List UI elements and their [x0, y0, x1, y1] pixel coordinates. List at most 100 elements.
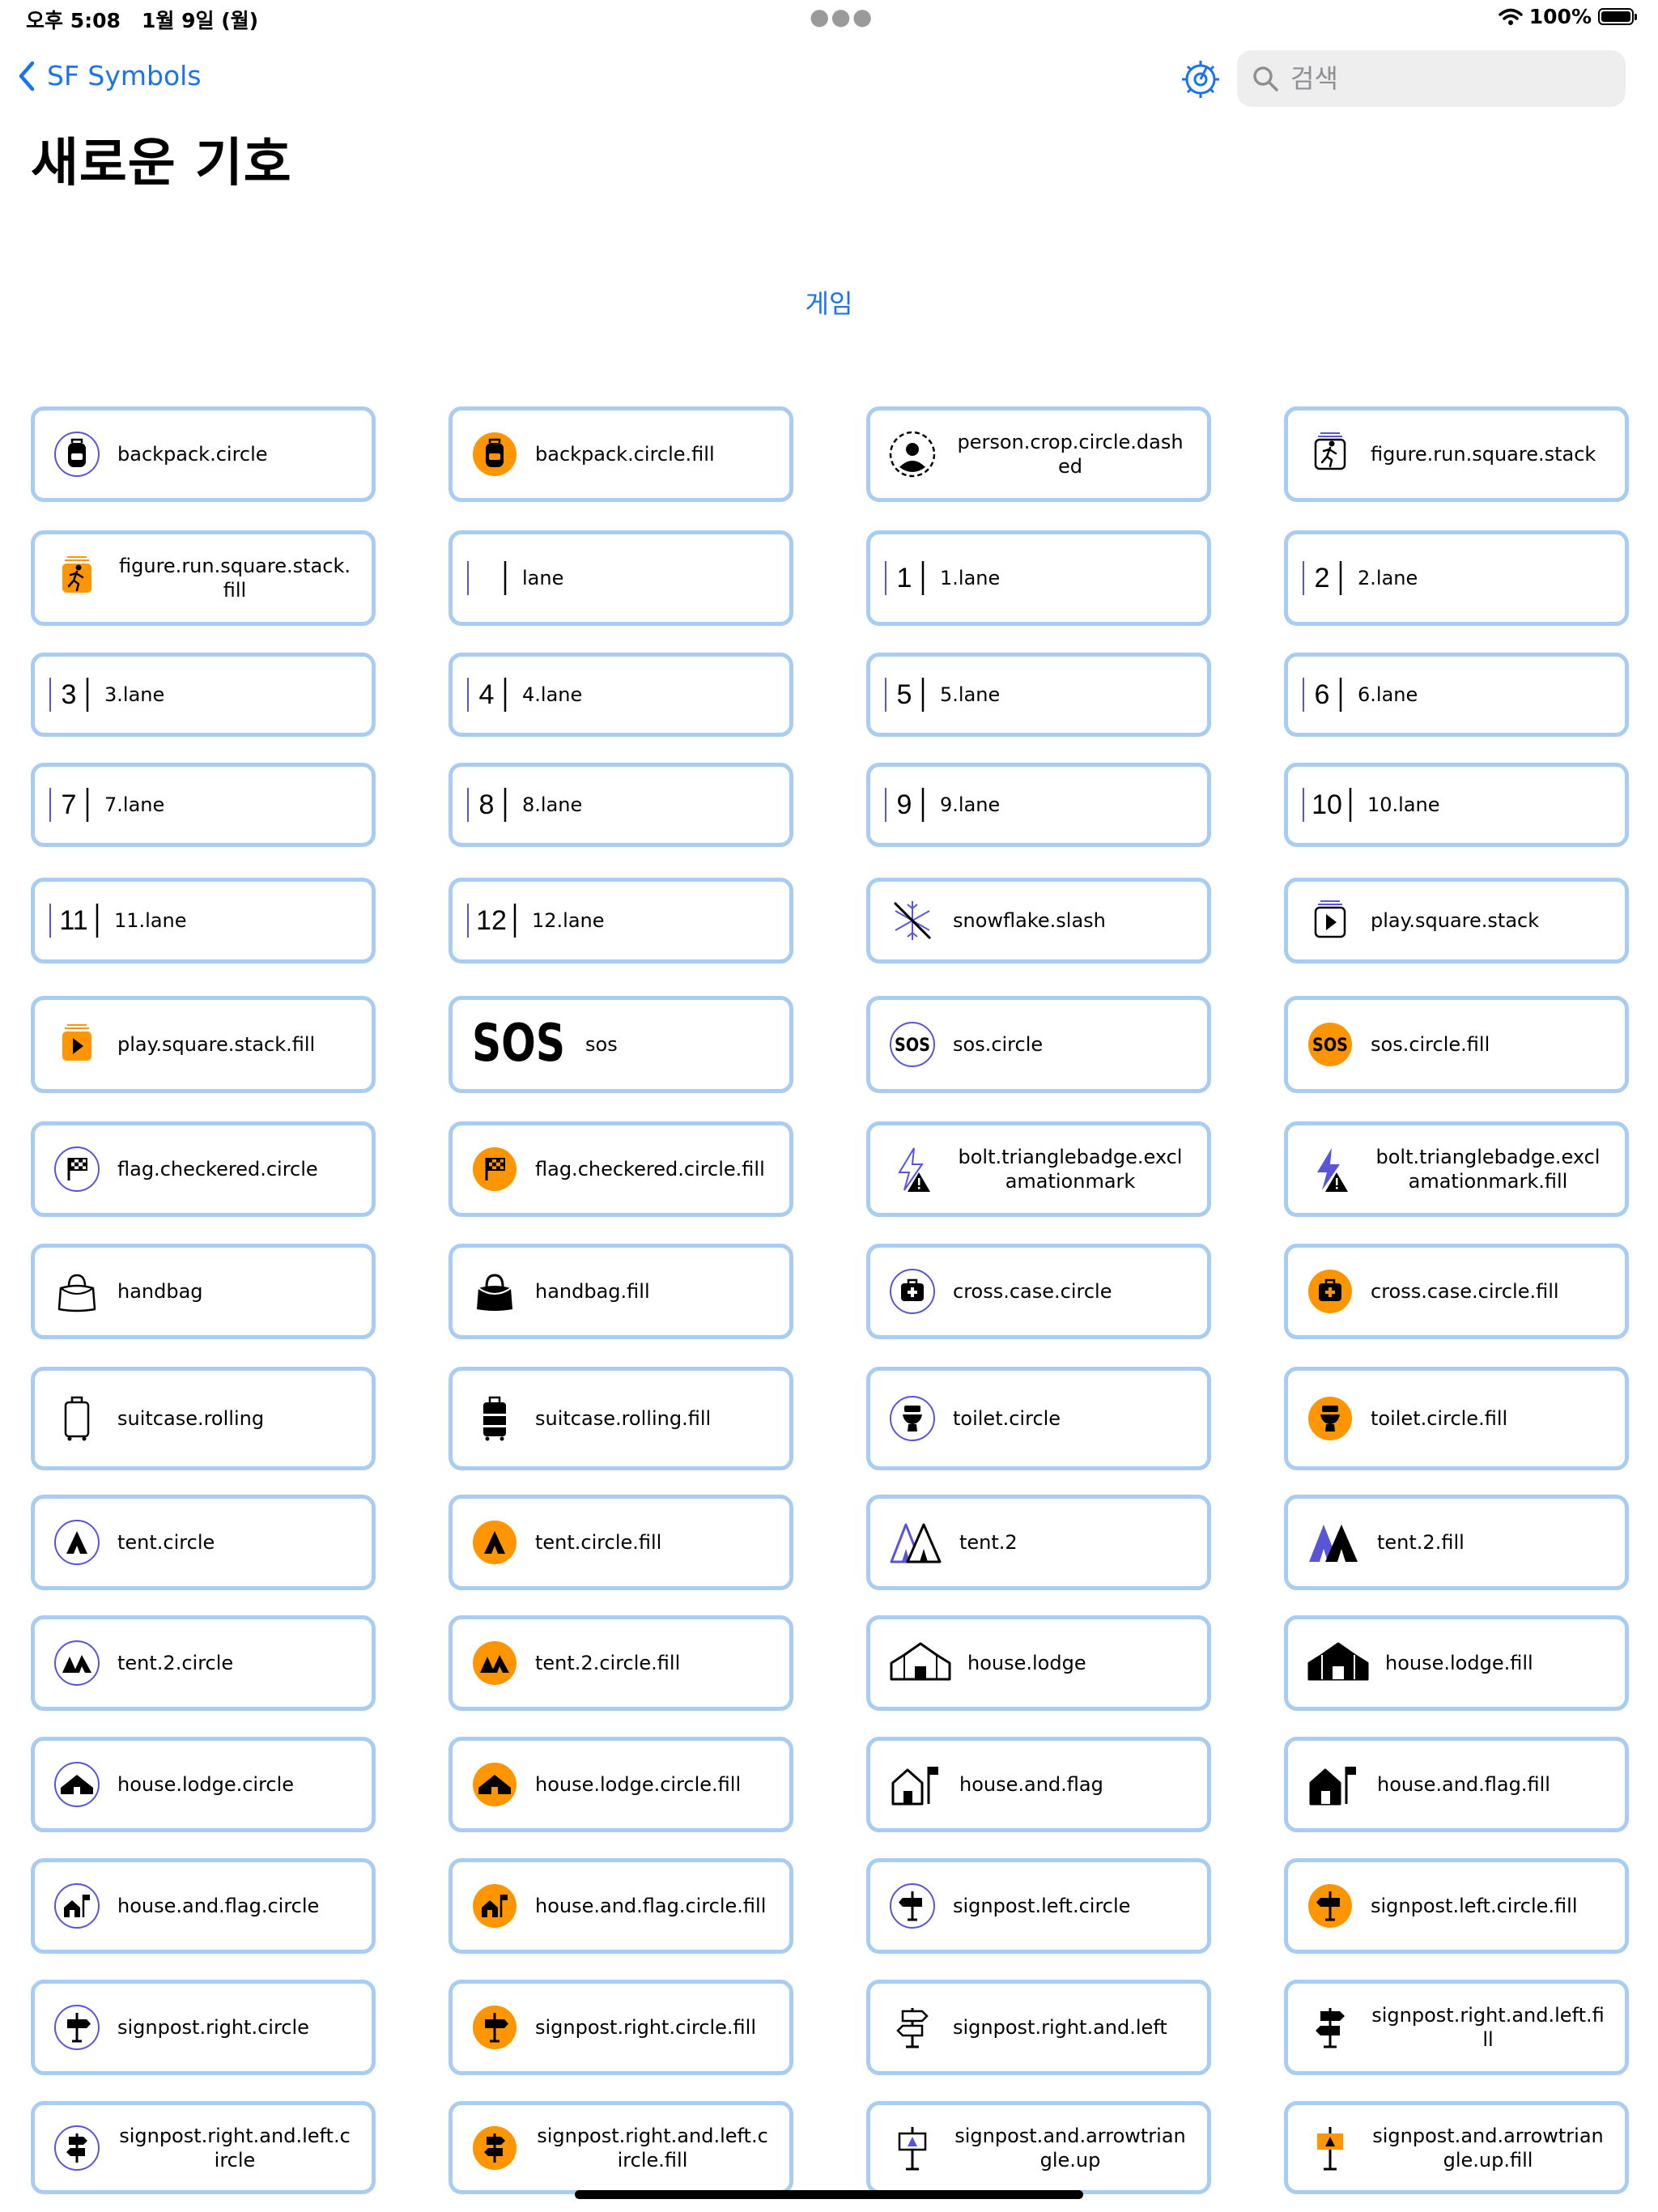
- suitcase-icon: [53, 1394, 101, 1443]
- symbol-card-signpost-right-and-left-circle-fill[interactable]: signpost.right.and.left.circle.fill: [449, 2101, 793, 2194]
- symbol-card-3-lane[interactable]: 3 3.lane: [31, 653, 376, 737]
- search-icon: [1253, 66, 1278, 91]
- symbol-card-bolt-trianglebadge-exclamationmark-fill[interactable]: bolt.trianglebadge.exclamationmark.fill: [1284, 1121, 1629, 1217]
- symbol-card-house-lodge[interactable]: house.lodge: [866, 1615, 1211, 1711]
- symbol-label: handbag: [117, 1280, 203, 1303]
- multitasking-dots-icon[interactable]: ●●●: [810, 3, 874, 30]
- sos-icon: SOS: [472, 1016, 569, 1073]
- flag-checkered-icon: [53, 1145, 101, 1193]
- symbol-card-suitcase-rolling-fill[interactable]: suitcase.rolling.fill: [449, 1367, 793, 1470]
- symbol-card-play-square-stack-fill[interactable]: play.square.stack.fill: [31, 996, 376, 1093]
- symbol-card-handbag[interactable]: handbag: [31, 1244, 376, 1339]
- symbol-card-5-lane[interactable]: 5 5.lane: [866, 653, 1211, 737]
- symbol-card-tent-circle-fill[interactable]: tent.circle.fill: [449, 1495, 793, 1590]
- svg-text:3: 3: [62, 679, 77, 710]
- symbol-card-sos-circle[interactable]: SOS sos.circle: [866, 996, 1211, 1093]
- symbol-label: toilet.circle: [953, 1407, 1061, 1430]
- symbol-card-9-lane[interactable]: 9 9.lane: [866, 763, 1211, 847]
- symbol-card-10-lane[interactable]: 10 10.lane: [1284, 763, 1629, 847]
- symbol-card-sos[interactable]: SOS sos: [449, 996, 793, 1093]
- symbol-card-figure-run-square-stack-fill[interactable]: figure.run.square.stack.fill: [31, 530, 376, 626]
- symbol-card-signpost-right-and-left-circle[interactable]: signpost.right.and.left.circle: [31, 2101, 376, 2194]
- symbol-label: toilet.circle.fill: [1371, 1407, 1508, 1430]
- symbol-card-7-lane[interactable]: 7 7.lane: [31, 763, 376, 847]
- house-flag-icon: [888, 1760, 945, 1809]
- symbol-card-tent-circle[interactable]: tent.circle: [31, 1495, 376, 1590]
- symbol-card-flag-checkered-circle[interactable]: flag.checkered.circle: [31, 1121, 376, 1217]
- search-input[interactable]: [1289, 62, 1600, 95]
- symbol-card-house-lodge-fill[interactable]: house.lodge.fill: [1284, 1615, 1629, 1711]
- status-time: 오후 5:08 1월 9일 (월): [26, 9, 259, 32]
- svg-text:4: 4: [479, 679, 495, 710]
- symbol-card-1-lane[interactable]: 1 1.lane: [866, 530, 1211, 626]
- symbol-label: 12.lane: [532, 909, 605, 932]
- symbol-card-snowflake-slash[interactable]: snowflake.slash: [866, 878, 1211, 963]
- symbol-card-house-lodge-circle-fill[interactable]: house.lodge.circle.fill: [449, 1737, 793, 1832]
- lodge-circle-fill-icon: [470, 1760, 519, 1809]
- symbol-card-sos-circle-fill[interactable]: SOS sos.circle.fill: [1284, 996, 1629, 1093]
- symbol-label: sos.circle: [953, 1033, 1044, 1056]
- symbol-card-cross-case-circle-fill[interactable]: cross.case.circle.fill: [1284, 1244, 1629, 1339]
- symbol-card-8-lane[interactable]: 8 8.lane: [449, 763, 793, 847]
- symbol-card-12-lane[interactable]: 12 12.lane: [449, 878, 793, 963]
- symbol-card-2-lane[interactable]: 2 2.lane: [1284, 530, 1629, 626]
- symbol-label: signpost.right.and.left.fill: [1371, 2004, 1605, 2051]
- symbol-card-house-and-flag-circle[interactable]: house.and.flag.circle: [31, 1858, 376, 1954]
- symbol-card-house-and-flag[interactable]: house.and.flag: [866, 1737, 1211, 1832]
- symbol-card-tent-2[interactable]: tent.2: [866, 1495, 1211, 1590]
- symbol-card-house-and-flag-fill[interactable]: house.and.flag.fill: [1284, 1737, 1629, 1832]
- page-title: 새로운 기호: [31, 134, 292, 194]
- svg-text:12: 12: [476, 905, 507, 936]
- symbol-card-signpost-right-circle-fill[interactable]: signpost.right.circle.fill: [449, 1980, 793, 2075]
- symbol-card-toilet-circle[interactable]: toilet.circle: [866, 1367, 1211, 1470]
- search-field[interactable]: [1237, 50, 1626, 107]
- symbol-card-signpost-left-circle-fill[interactable]: signpost.left.circle.fill: [1284, 1858, 1629, 1954]
- symbol-label: cross.case.circle: [953, 1280, 1112, 1303]
- symbol-card-tent-2-fill[interactable]: tent.2.fill: [1284, 1495, 1629, 1590]
- wifi-icon: [1499, 8, 1523, 25]
- symbol-card-signpost-right-circle[interactable]: signpost.right.circle: [31, 1980, 376, 2075]
- section-link-games[interactable]: 게임: [0, 283, 1658, 321]
- symbol-card-11-lane[interactable]: 11 11.lane: [31, 878, 376, 963]
- lane-icon: 7: [48, 785, 90, 825]
- symbol-card-cross-case-circle[interactable]: cross.case.circle: [866, 1244, 1211, 1339]
- symbol-card-tent-2-circle-fill[interactable]: tent.2.circle.fill: [449, 1615, 793, 1711]
- symbol-card-tent-2-circle[interactable]: tent.2.circle: [31, 1615, 376, 1711]
- symbol-card-6-lane[interactable]: 6 6.lane: [1284, 653, 1629, 737]
- svg-text:SOS: SOS: [472, 1016, 565, 1073]
- symbol-card-house-lodge-circle[interactable]: house.lodge.circle: [31, 1737, 376, 1832]
- symbol-card-signpost-right-and-left-fill[interactable]: signpost.right.and.left.fill: [1284, 1980, 1629, 2075]
- symbol-card-backpack-circle-fill[interactable]: backpack.circle.fill: [449, 406, 793, 502]
- symbol-card-signpost-and-arrowtriangle-up-fill[interactable]: signpost.and.arrowtriangle.up.fill: [1284, 2101, 1629, 2194]
- symbol-card-suitcase-rolling[interactable]: suitcase.rolling: [31, 1367, 376, 1470]
- back-button[interactable]: SF Symbols: [18, 60, 202, 91]
- svg-text:7: 7: [62, 789, 77, 820]
- symbol-label: 10.lane: [1367, 793, 1440, 816]
- settings-button[interactable]: [1180, 58, 1222, 100]
- symbol-card-signpost-and-arrowtriangle-up[interactable]: signpost.and.arrowtriangle.up: [866, 2101, 1211, 2194]
- symbol-card-bolt-trianglebadge-exclamationmark[interactable]: bolt.trianglebadge.exclamationmark: [866, 1121, 1211, 1217]
- symbol-card-handbag-fill[interactable]: handbag.fill: [449, 1244, 793, 1339]
- symbol-card-toilet-circle-fill[interactable]: toilet.circle.fill: [1284, 1367, 1629, 1470]
- symbol-card-signpost-left-circle[interactable]: signpost.left.circle: [866, 1858, 1211, 1954]
- symbol-card-figure-run-square-stack[interactable]: figure.run.square.stack: [1284, 406, 1629, 502]
- symbol-card-backpack-circle[interactable]: backpack.circle: [31, 406, 376, 502]
- symbol-card-flag-checkered-circle-fill[interactable]: flag.checkered.circle.fill: [449, 1121, 793, 1217]
- symbol-label: house.lodge: [967, 1652, 1086, 1674]
- symbol-card-house-and-flag-circle-fill[interactable]: house.and.flag.circle.fill: [449, 1858, 793, 1954]
- home-indicator[interactable]: [575, 2190, 1083, 2199]
- symbol-card-signpost-right-and-left[interactable]: signpost.right.and.left: [866, 1980, 1211, 2075]
- symbol-card-4-lane[interactable]: 4 4.lane: [449, 653, 793, 737]
- symbol-card-lane[interactable]: lane: [449, 530, 793, 626]
- symbol-card-play-square-stack[interactable]: play.square.stack: [1284, 878, 1629, 963]
- symbol-card-person-crop-circle-dashed[interactable]: person.crop.circle.dashed: [866, 406, 1211, 502]
- symbol-label: snowflake.slash: [953, 909, 1106, 932]
- symbol-label: tent.2.circle.fill: [535, 1652, 681, 1674]
- house-flag-circle-fill-icon: [470, 1882, 519, 1930]
- symbol-label: 8.lane: [522, 793, 583, 816]
- handbag-icon: [53, 1267, 101, 1316]
- backpack-fill-icon: [470, 430, 519, 479]
- lane-icon: 10: [1301, 785, 1353, 825]
- symbol-label: cross.case.circle.fill: [1371, 1280, 1559, 1303]
- cross-case-icon: [888, 1267, 937, 1316]
